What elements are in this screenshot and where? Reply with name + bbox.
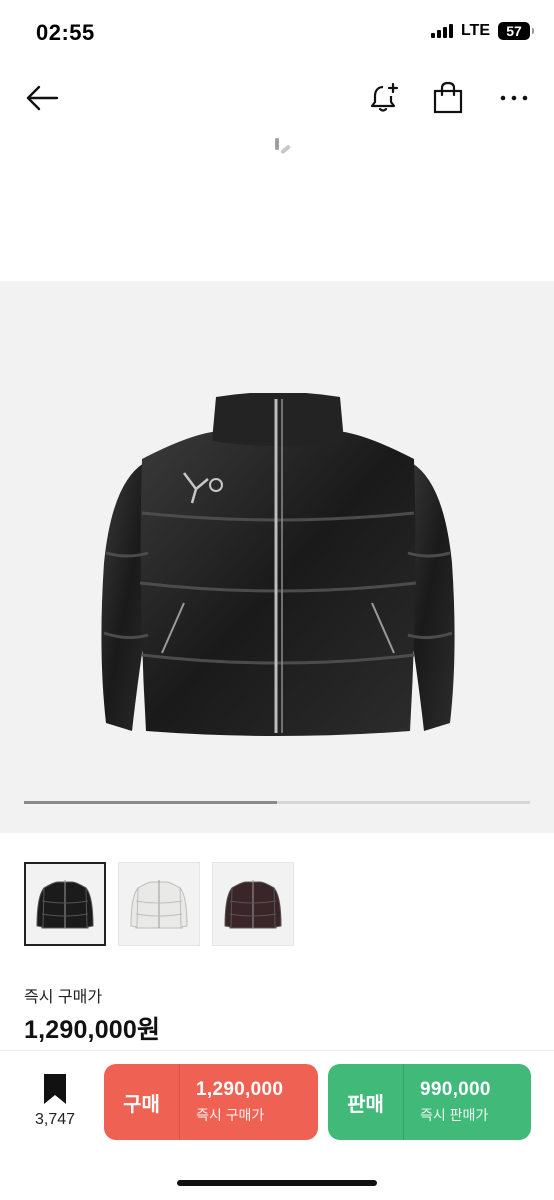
bookmark-button[interactable]: 3,747 <box>28 1073 82 1133</box>
buy-price: 1,290,000 <box>196 1079 284 1100</box>
battery-icon: 57 <box>498 22 534 40</box>
network-label: LTE <box>460 22 490 39</box>
more-button[interactable] <box>494 78 534 118</box>
thumbnail-list <box>24 862 294 946</box>
bell-plus-icon <box>370 82 399 112</box>
thumbnail-image <box>224 880 282 929</box>
signal-icon <box>430 24 453 38</box>
carousel-progress-fill <box>24 801 277 804</box>
sell-sub-label: 즉시 판매가 <box>420 1107 489 1123</box>
sell-button[interactable]: 판매 990,000 즉시 판매가 <box>328 1064 531 1140</box>
thumbnail-1[interactable] <box>24 862 106 946</box>
more-icon <box>500 95 528 101</box>
bottom-action-bar: 3,747 구매 1,290,000 즉시 구매가 판매 990,000 즉시 … <box>0 1051 554 1200</box>
cart-button[interactable] <box>428 78 468 118</box>
product-image <box>101 393 455 736</box>
back-arrow-icon <box>26 85 59 111</box>
loading-spinner-icon <box>275 138 291 154</box>
bookmark-count: 3,747 <box>34 1111 76 1128</box>
carousel-progress <box>24 801 530 804</box>
buy-tag: 구매 <box>104 1064 180 1140</box>
thumbnail-image <box>36 880 94 929</box>
buy-sub-label: 즉시 구매가 <box>196 1107 265 1123</box>
bookmark-icon <box>44 1074 66 1104</box>
sell-info: 990,000 즉시 판매가 <box>404 1079 491 1125</box>
home-indicator[interactable] <box>177 1180 377 1186</box>
sell-tag: 판매 <box>328 1064 404 1140</box>
shopping-bag-icon <box>433 81 463 114</box>
nav-bar <box>0 66 554 130</box>
back-button[interactable] <box>22 80 62 116</box>
price-value: 1,290,000원 <box>24 1016 161 1044</box>
thumbnail-2[interactable] <box>118 862 200 946</box>
buy-info: 1,290,000 즉시 구매가 <box>180 1079 283 1125</box>
notification-add-button[interactable] <box>364 78 404 118</box>
battery-level: 57 <box>506 23 522 39</box>
status-indicators: LTE 57 <box>430 22 534 40</box>
buy-button[interactable]: 구매 1,290,000 즉시 구매가 <box>104 1064 318 1140</box>
status-time: 02:55 <box>36 20 95 45</box>
thumbnail-image <box>130 880 188 929</box>
status-bar: 02:55 LTE 57 <box>0 0 554 66</box>
product-image-carousel[interactable] <box>0 281 554 833</box>
thumbnail-3[interactable] <box>212 862 294 946</box>
price-label: 즉시 구매가 <box>24 989 103 1006</box>
sell-price: 990,000 <box>420 1079 491 1100</box>
